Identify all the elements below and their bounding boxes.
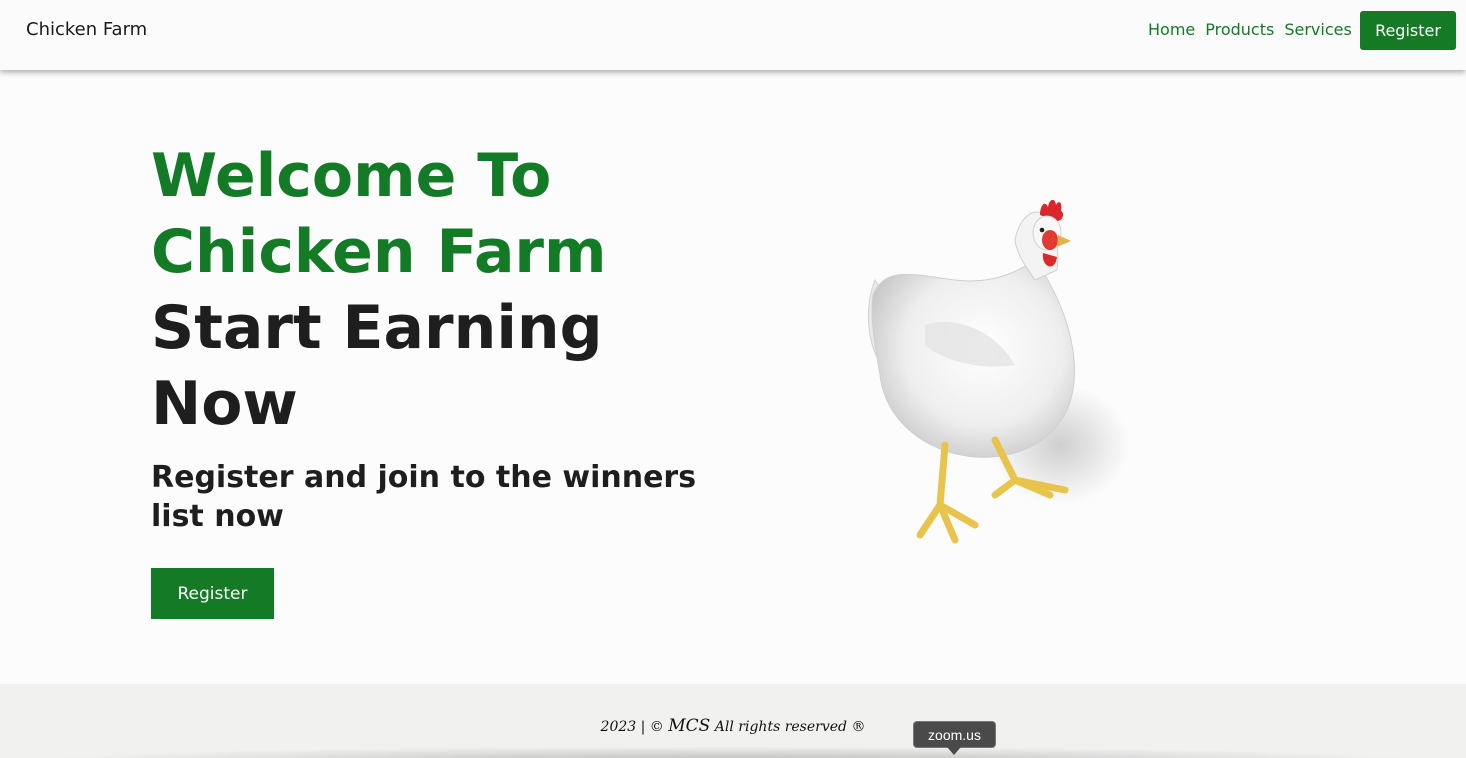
brand-link[interactable]: Chicken Farm — [26, 19, 147, 40]
zoom-tooltip-arrow — [947, 747, 961, 755]
copyright-separator: | © — [640, 719, 664, 735]
chicken-illustration — [867, 199, 1130, 544]
copyright-rights: All rights reserved ® — [714, 719, 866, 735]
nav-register-button[interactable]: Register — [1360, 11, 1456, 50]
hero-title-line-4: Now — [151, 369, 298, 439]
footer-shadow — [30, 746, 1436, 758]
copyright-company: MCS — [668, 716, 711, 736]
hero-title-line-2: Chicken Farm — [151, 217, 607, 287]
footer: 2023 | © MCS All rights reserved ® — [0, 684, 1466, 758]
hero-subtitle: Register and join to the winners list no… — [151, 460, 697, 534]
nav-links: Home Products Services — [1148, 20, 1352, 39]
copyright-text: 2023 | © MCS All rights reserved ® — [0, 716, 1466, 736]
hero-text: Welcome To Chicken Farm Start Earning No… — [151, 138, 771, 536]
hero-title-line-1: Welcome To — [151, 141, 552, 211]
hero-title-line-3: Start Earning — [151, 293, 603, 363]
top-navbar: Chicken Farm Home Products Services Regi… — [0, 0, 1466, 70]
chicken-image — [845, 195, 1135, 560]
zoom-tooltip: zoom.us — [913, 721, 996, 748]
nav-products-link[interactable]: Products — [1205, 20, 1274, 39]
page: Chicken Farm Home Products Services Regi… — [0, 0, 1466, 758]
nav-home-link[interactable]: Home — [1148, 20, 1195, 39]
nav-services-link[interactable]: Services — [1284, 20, 1351, 39]
hero-register-button[interactable]: Register — [151, 568, 274, 619]
copyright-year: 2023 — [600, 719, 637, 735]
